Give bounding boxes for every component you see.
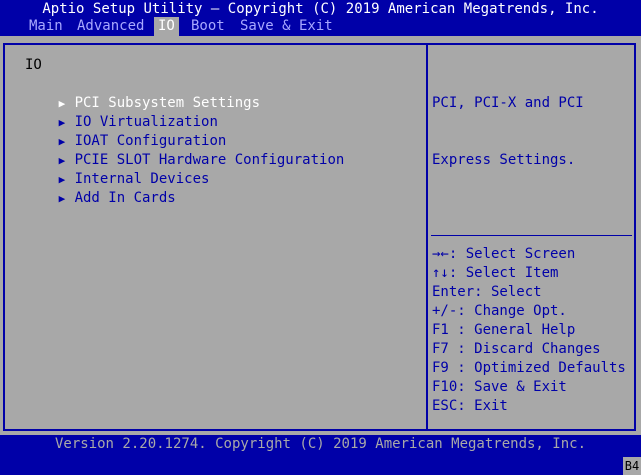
key-hint-enter: Enter: Select: [432, 284, 542, 300]
help-separator: [431, 235, 632, 236]
key-hint-select-screen: →←: Select Screen: [432, 246, 576, 262]
tab-boot[interactable]: Boot: [187, 17, 229, 36]
menu-item-pci-subsystem-settings[interactable]: ▶ PCI Subsystem Settings: [8, 75, 260, 111]
menu-item-io-virtualization[interactable]: ▶ IO Virtualization: [8, 94, 218, 130]
tab-bar: Main Advanced IO Boot Save & Exit: [0, 17, 641, 36]
menu-item-add-in-cards[interactable]: ▶ Add In Cards: [8, 170, 176, 206]
tab-advanced[interactable]: Advanced: [73, 17, 148, 36]
menu-item-ioat-configuration[interactable]: ▶ IOAT Configuration: [8, 113, 227, 149]
version-footer: Version 2.20.1274. Copyright (C) 2019 Am…: [54, 436, 586, 452]
menu-item-internal-devices[interactable]: ▶ Internal Devices: [8, 151, 210, 187]
setup-main-area: IO ▶ PCI Subsystem Settings ▶ IO Virtualiz…: [0, 36, 641, 435]
menu-item-pcie-slot-hardware-configuration[interactable]: ▶ PCIE SLOT Hardware Configuration: [8, 132, 345, 168]
key-legend: →←: Select Screen ↑↓: Select Item Enter:…: [432, 245, 637, 416]
key-hint-exit: ESC: Exit: [432, 398, 508, 414]
key-hint-change-opt: +/-: Change Opt.: [432, 303, 567, 319]
key-hint-discard-changes: F7 : Discard Changes: [432, 341, 601, 357]
tab-io[interactable]: IO: [154, 17, 179, 36]
section-heading: IO: [25, 57, 42, 73]
key-hint-optimized-defaults: F9 : Optimized Defaults: [432, 360, 626, 376]
help-line: PCI, PCI-X and PCI: [432, 95, 584, 111]
help-text: PCI, PCI-X and PCI Express Settings.: [432, 56, 632, 208]
menu-item-label: Add In Cards: [74, 190, 176, 206]
key-hint-general-help: F1 : General Help: [432, 322, 576, 338]
tab-save-exit[interactable]: Save & Exit: [236, 17, 337, 36]
triangle-right-icon: ▶: [58, 192, 66, 205]
post-code-badge: B4: [623, 457, 641, 475]
key-hint-save-exit: F10: Save & Exit: [432, 379, 567, 395]
help-line: Express Settings.: [432, 152, 576, 168]
pane-divider: [426, 43, 428, 431]
tab-main[interactable]: Main: [25, 17, 67, 36]
key-hint-select-item: ↑↓: Select Item: [432, 265, 559, 281]
